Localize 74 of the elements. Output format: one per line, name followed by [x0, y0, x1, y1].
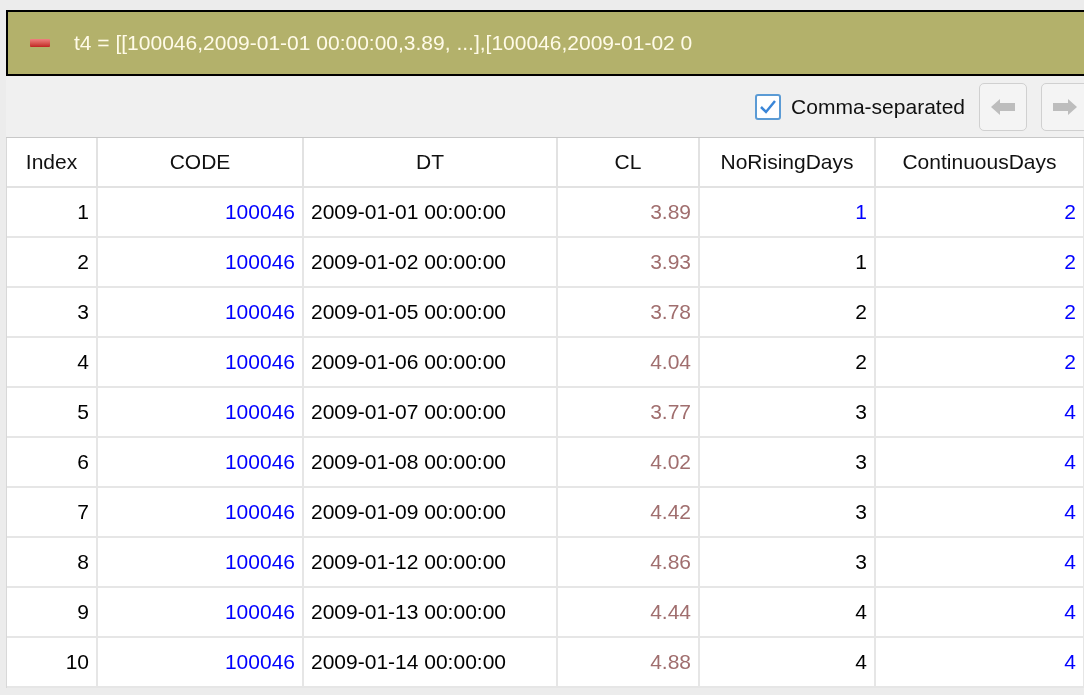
collapse-icon[interactable] — [30, 39, 50, 47]
table-cell: 2009-01-08 00:00:00 — [304, 438, 558, 486]
table-cell: 3.89 — [558, 188, 700, 236]
right-arrow-icon — [1052, 97, 1078, 116]
table-cell: 1 — [700, 188, 876, 236]
table-cell: 3 — [7, 288, 98, 336]
back-button[interactable] — [979, 82, 1027, 131]
table-cell: 3 — [700, 438, 876, 486]
table-cell: 100046 — [98, 338, 304, 386]
table-cell: 100046 — [98, 438, 304, 486]
table-cell: 4.88 — [558, 638, 700, 686]
table-cell: 4.42 — [558, 488, 700, 536]
table-cell: 2009-01-09 00:00:00 — [304, 488, 558, 536]
column-header[interactable]: NoRisingDays — [700, 138, 876, 186]
table-cell: 7 — [7, 488, 98, 536]
table-cell: 4 — [876, 488, 1084, 536]
table-cell: 2009-01-02 00:00:00 — [304, 238, 558, 286]
table-cell: 4 — [876, 638, 1084, 686]
table-cell: 2009-01-06 00:00:00 — [304, 338, 558, 386]
forward-button[interactable] — [1041, 82, 1084, 131]
table-cell: 4 — [876, 538, 1084, 586]
column-header[interactable]: Index — [7, 138, 98, 186]
table-cell: 4.02 — [558, 438, 700, 486]
table-cell: 100046 — [98, 488, 304, 536]
variable-summary: t4 = [[100046,2009-01-01 00:00:00,3.89, ...],[100046,2009-01-02 0 — [74, 30, 693, 57]
table-cell: 2 — [876, 238, 1084, 286]
column-header[interactable]: CL — [558, 138, 700, 186]
table-cell: 4 — [7, 338, 98, 386]
table-cell: 1 — [7, 188, 98, 236]
table-cell: 100046 — [98, 388, 304, 436]
table-cell: 3 — [700, 488, 876, 536]
table-cell: 4 — [876, 438, 1084, 486]
table-cell: 2 — [876, 288, 1084, 336]
table-cell: 4 — [700, 588, 876, 636]
table-cell: 4.86 — [558, 538, 700, 586]
table-cell: 1 — [700, 238, 876, 286]
table-cell: 2 — [876, 188, 1084, 236]
table-cell: 3.78 — [558, 288, 700, 336]
table-cell: 2 — [7, 238, 98, 286]
table-cell: 4.44 — [558, 588, 700, 636]
table-cell: 100046 — [98, 188, 304, 236]
table-cell: 2009-01-14 00:00:00 — [304, 638, 558, 686]
table-cell: 4 — [876, 588, 1084, 636]
table-cell: 100046 — [98, 238, 304, 286]
table-cell: 8 — [7, 538, 98, 586]
table-cell: 4.04 — [558, 338, 700, 386]
table-cell: 3.93 — [558, 238, 700, 286]
table-cell: 10 — [7, 638, 98, 686]
table-cell: 2009-01-01 00:00:00 — [304, 188, 558, 236]
table-cell: 5 — [7, 388, 98, 436]
table-cell: 100046 — [98, 288, 304, 336]
table-cell: 100046 — [98, 538, 304, 586]
table-cell: 3 — [700, 388, 876, 436]
table-cell: 2009-01-05 00:00:00 — [304, 288, 558, 336]
table-cell: 2 — [876, 338, 1084, 386]
comma-separated-checkbox[interactable]: Comma-separated — [755, 90, 965, 123]
column-header[interactable]: DT — [304, 138, 558, 186]
left-arrow-icon — [990, 97, 1016, 116]
table-cell: 2 — [700, 288, 876, 336]
table-cell: 4 — [700, 638, 876, 686]
table-cell: 100046 — [98, 638, 304, 686]
column-header[interactable]: ContinuousDays — [876, 138, 1084, 186]
table-cell: 9 — [7, 588, 98, 636]
table-cell: 6 — [7, 438, 98, 486]
checkbox-icon — [755, 93, 782, 120]
table-cell: 2 — [700, 338, 876, 386]
table-cell: 2009-01-13 00:00:00 — [304, 588, 558, 636]
table-cell: 3 — [700, 538, 876, 586]
table-cell: 2009-01-07 00:00:00 — [304, 388, 558, 436]
column-header[interactable]: CODE — [98, 138, 304, 186]
table-cell: 100046 — [98, 588, 304, 636]
table-cell: 4 — [876, 388, 1084, 436]
table-cell: 2009-01-12 00:00:00 — [304, 538, 558, 586]
table-cell: 3.77 — [558, 388, 700, 436]
